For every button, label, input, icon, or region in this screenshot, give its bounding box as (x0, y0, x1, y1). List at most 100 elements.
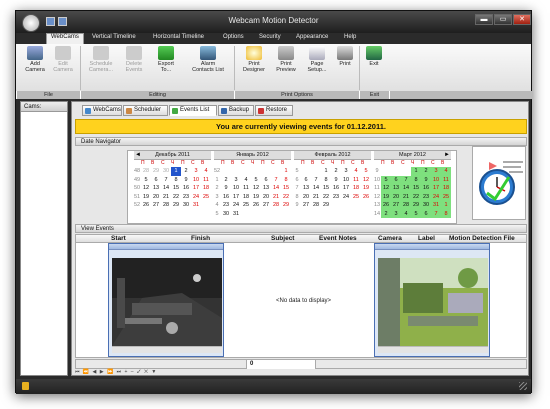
content-tab-scheduler[interactable]: Scheduler (123, 105, 168, 116)
app-menu-button[interactable] (22, 14, 40, 32)
calendar-day[interactable]: 5 (381, 175, 391, 184)
column-camera[interactable]: Camera (378, 235, 402, 243)
content-tab-restore[interactable]: Restore (255, 105, 293, 116)
delete-events-button[interactable]: Delete Events (120, 46, 148, 73)
calendar-day[interactable]: 11 (351, 176, 361, 185)
calendar-day[interactable]: 14 (311, 184, 321, 193)
exit-button[interactable]: Exit (363, 46, 385, 67)
calendar-day[interactable]: 4 (201, 167, 211, 176)
calendar-day[interactable]: 11 (201, 176, 211, 185)
calendar-day[interactable]: 14 (161, 184, 171, 193)
calendar-day[interactable]: 6 (261, 176, 271, 185)
tab-appearance[interactable]: Appearance (296, 34, 328, 40)
calendar-day[interactable]: 2 (181, 167, 191, 176)
calendar-day[interactable]: 6 (391, 175, 401, 184)
tab-vertical-timeline[interactable]: Vertical Timeline (92, 34, 136, 40)
calendar-day[interactable]: 12 (141, 184, 151, 193)
column-motion-detection-file[interactable]: Motion Detection File (449, 235, 515, 243)
calendar-day[interactable]: 9 (221, 184, 231, 193)
calendar-day[interactable]: 25 (241, 201, 251, 210)
print-button[interactable]: Print (334, 46, 356, 67)
calendar-day[interactable]: 7 (401, 175, 411, 184)
minimize-button[interactable]: ▬ (475, 14, 493, 25)
column-subject[interactable]: Subject (271, 235, 294, 243)
calendar-day[interactable]: 31 (431, 201, 441, 210)
calendar-day[interactable]: 3 (231, 176, 241, 185)
calendar-day[interactable]: 28 (161, 201, 171, 210)
calendar-day[interactable]: 5 (141, 176, 151, 185)
calendar-day[interactable]: 3 (341, 167, 351, 176)
calendar-day[interactable]: 20 (261, 193, 271, 202)
calendar-day[interactable]: 19 (141, 193, 151, 202)
calendar-day[interactable]: 20 (391, 192, 401, 201)
calendar-day[interactable]: 16 (331, 184, 341, 193)
calendar-day[interactable]: 26 (251, 201, 261, 210)
calendar-day[interactable]: 23 (421, 192, 431, 201)
calendar-day[interactable]: 20 (151, 193, 161, 202)
calendar-day[interactable]: 16 (421, 184, 431, 193)
calendar-day[interactable]: 26 (141, 201, 151, 210)
calendar-day[interactable]: 29 (151, 167, 161, 176)
calendar-day[interactable]: 24 (431, 192, 441, 201)
calendar-day[interactable]: 12 (251, 184, 261, 193)
calendar-day[interactable]: 17 (341, 184, 351, 193)
calendar-day[interactable]: 19 (381, 192, 391, 201)
calendar-day[interactable]: 5 (251, 176, 261, 185)
calendar-day[interactable]: 28 (141, 167, 151, 176)
page-setup-button[interactable]: Page Setup... (303, 46, 331, 73)
calendar-day[interactable]: 10 (341, 176, 351, 185)
calendar-day[interactable]: 30 (421, 201, 431, 210)
calendar-day[interactable]: 19 (251, 193, 261, 202)
calendar-day[interactable]: 2 (381, 209, 391, 218)
calendar-day[interactable]: 29 (171, 201, 181, 210)
content-tab-backup[interactable]: Backup (218, 105, 254, 116)
calendar-day[interactable]: 22 (281, 193, 291, 202)
calendar-day[interactable]: 27 (301, 201, 311, 210)
calendar-day[interactable]: 8 (441, 209, 451, 218)
calendar-day[interactable]: 28 (311, 201, 321, 210)
print-preview-button[interactable]: Print Preview (272, 46, 300, 73)
schedule-camera-button[interactable]: Schedule Camera... (86, 46, 116, 73)
calendar-day[interactable]: 20 (301, 193, 311, 202)
calendar-day[interactable]: 31 (191, 201, 201, 210)
calendar-day[interactable]: 15 (171, 184, 181, 193)
calendar-day[interactable]: 13 (151, 184, 161, 193)
calendar-day[interactable]: 23 (221, 201, 231, 210)
calendar-day[interactable]: 14 (401, 184, 411, 193)
calendar-day[interactable]: 28 (401, 201, 411, 210)
export-button[interactable]: Export To... (152, 46, 180, 73)
calendar-day[interactable]: 24 (191, 193, 201, 202)
add-camera-button[interactable]: Add Camera (22, 46, 48, 73)
tab-options[interactable]: Options (223, 34, 244, 40)
calendar-day[interactable]: 12 (381, 184, 391, 193)
next-month-icon[interactable]: ► (444, 151, 450, 159)
calendar-day[interactable]: 2 (421, 167, 431, 176)
calendar-day[interactable]: 23 (181, 193, 191, 202)
calendar-day[interactable]: 4 (241, 176, 251, 185)
prev-month-icon[interactable]: ◄ (135, 151, 141, 159)
calendar-day[interactable]: 11 (241, 184, 251, 193)
calendar-day[interactable]: 26 (381, 201, 391, 210)
calendar-day[interactable]: 2 (221, 176, 231, 185)
calendar-day[interactable]: 6 (151, 176, 161, 185)
calendar-day[interactable]: 18 (441, 184, 451, 193)
calendar-day[interactable]: 25 (201, 193, 211, 202)
calendar-day[interactable]: 27 (151, 201, 161, 210)
lock-icon[interactable] (22, 382, 29, 390)
calendar-day[interactable]: 24 (341, 193, 351, 202)
content-tab-events-list[interactable]: Events List (169, 105, 217, 116)
tab-security[interactable]: Security (259, 34, 281, 40)
calendar-day[interactable]: 1 (321, 167, 331, 176)
calendar-day[interactable]: 3 (391, 209, 401, 218)
calendar-day[interactable]: 30 (221, 210, 231, 219)
calendar-day[interactable]: 12 (361, 176, 371, 185)
calendar-day[interactable]: 3 (431, 167, 441, 176)
column-event-notes[interactable]: Event Notes (319, 235, 357, 243)
calendar-day[interactable]: 21 (161, 193, 171, 202)
tab-webcams[interactable]: WebCams (46, 33, 84, 44)
calendar-day[interactable]: 18 (201, 184, 211, 193)
edit-camera-button[interactable]: Edit Camera (50, 46, 76, 73)
calendar-day[interactable]: 13 (391, 184, 401, 193)
calendar-day[interactable]: 3 (191, 167, 201, 176)
calendar-day[interactable]: 4 (351, 167, 361, 176)
